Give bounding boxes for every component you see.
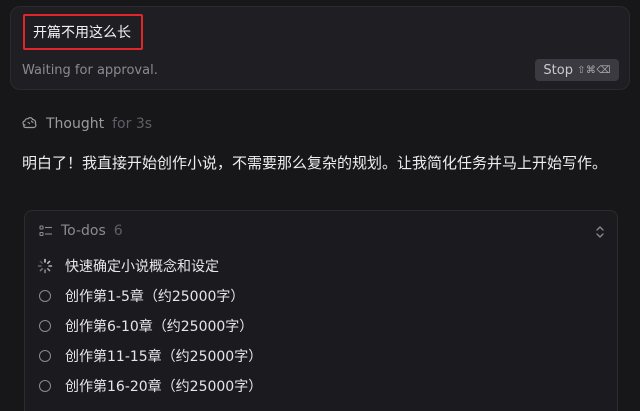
todo-label: 快速确定小说概念和设定: [65, 259, 219, 275]
list-icon: [39, 225, 52, 237]
stop-shortcut: ⇧⌘⌫: [576, 64, 611, 76]
circle-icon: [39, 380, 51, 392]
todo-label: 创作第6-10章（约25000字）: [65, 319, 254, 335]
approval-status: Waiting for approval.: [22, 63, 158, 78]
spinner-icon: [37, 258, 53, 274]
thought-duration: for 3s: [112, 116, 153, 132]
stop-label: Stop: [543, 62, 573, 78]
message-card: 开篇不用这么长 Waiting for approval. Stop ⇧⌘⌫: [10, 6, 630, 90]
assistant-message: 明白了！我直接开始创作小说，不需要那么复杂的规划。让我简化任务并马上开始写作。: [22, 154, 608, 172]
collapse-icon[interactable]: [595, 225, 605, 239]
circle-icon: [39, 350, 51, 362]
thought-label: Thought: [46, 116, 105, 132]
todo-panel: To-dos 6 快速确定小说概念和设定 创作第1-5章（约25000字） 创作…: [24, 210, 618, 411]
todo-label: 创作第11-15章（约25000字）: [65, 349, 263, 365]
chat-panel: 开篇不用这么长 Waiting for approval. Stop ⇧⌘⌫ T…: [0, 0, 640, 411]
todo-header[interactable]: To-dos 6: [39, 223, 123, 239]
todo-count: 6: [113, 223, 123, 239]
brain-icon: [22, 117, 37, 129]
todo-title: To-dos: [61, 223, 106, 239]
user-message[interactable]: 开篇不用这么长: [23, 14, 143, 50]
stop-button[interactable]: Stop ⇧⌘⌫: [535, 59, 619, 81]
todo-list: 快速确定小说概念和设定 创作第1-5章（约25000字） 创作第6-10章（约2…: [37, 251, 262, 401]
todo-item[interactable]: 创作第1-5章（约25000字）: [37, 281, 262, 311]
circle-icon: [39, 320, 51, 332]
todo-item[interactable]: 创作第6-10章（约25000字）: [37, 311, 262, 341]
todo-label: 创作第1-5章（约25000字）: [65, 289, 245, 305]
todo-item[interactable]: 创作第11-15章（约25000字）: [37, 341, 262, 371]
todo-item[interactable]: 创作第16-20章（约25000字）: [37, 371, 262, 401]
todo-label: 创作第16-20章（约25000字）: [65, 379, 263, 395]
thought-toggle[interactable]: Thought for 3s: [22, 116, 152, 132]
circle-icon: [39, 290, 51, 302]
todo-item[interactable]: 快速确定小说概念和设定: [37, 251, 262, 281]
